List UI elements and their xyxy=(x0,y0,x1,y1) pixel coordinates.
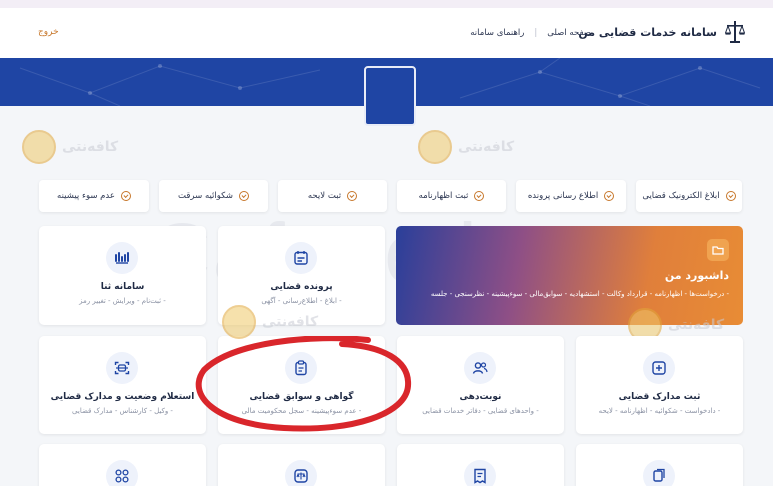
quick-link[interactable]: ثبت اظهارنامه xyxy=(397,180,506,212)
clipboard-icon xyxy=(285,352,317,384)
service-card-register[interactable]: ثبت مدارک قضایی - دادخواست - شکوائیه - ا… xyxy=(576,336,743,434)
sana-logo-icon xyxy=(106,242,138,274)
card-subtitle: - وکیل - کارشناس - مدارک قضایی xyxy=(72,407,173,415)
grid-apps-icon xyxy=(106,460,138,486)
watermark-badge-icon xyxy=(222,305,256,339)
user-avatar[interactable] xyxy=(364,66,416,126)
card-subtitle: - ابلاغ - اطلاع‌رسانی - آگهی xyxy=(261,297,342,305)
quick-link[interactable]: ابلاغ الکترونیک قضایی xyxy=(636,180,742,212)
card-title: پرونده قضایی xyxy=(270,282,333,292)
justice-scales-icon xyxy=(285,460,317,486)
watermark-text: کافه‌نتی xyxy=(62,139,119,155)
quick-link[interactable]: عدم سوء پیشینه xyxy=(39,180,149,212)
service-card-sana[interactable]: سامانه ثنا - ثبت‌نام - ویرایش - تغییر رم… xyxy=(39,226,206,325)
main-nav: صفحه اصلی | راهنمای سامانه xyxy=(470,28,591,38)
card-subtitle: - عدم سوءپیشینه - سجل محکومیت مالی xyxy=(241,407,362,415)
dashboard-subtitle: - درخواست‌ها - اظهارنامه - قرارداد وکالت… xyxy=(430,290,729,298)
site-title: سامانه خدمات قضایی من xyxy=(578,26,717,39)
nav-guide-link[interactable]: راهنمای سامانه xyxy=(470,28,524,38)
check-circle-icon xyxy=(347,191,358,201)
nav-home-link[interactable]: صفحه اصلی xyxy=(547,28,591,38)
watermark-logo: کافه‌نتی xyxy=(418,130,514,164)
site-header: سامانه خدمات قضایی من صفحه اصلی | راهنما… xyxy=(0,8,773,58)
service-card[interactable] xyxy=(576,444,743,486)
receipt-icon xyxy=(464,460,496,486)
service-card[interactable] xyxy=(39,444,206,486)
card-title: گواهی و سوابق قضایی xyxy=(249,392,354,402)
check-circle-icon xyxy=(725,191,736,201)
quick-link-label: اطلاع رسانی پرونده xyxy=(527,191,599,201)
logout-link[interactable]: خروج xyxy=(38,27,59,37)
watermark-logo: کافه‌نتی xyxy=(222,305,318,339)
watermark-text: کافه‌نتی xyxy=(262,314,319,330)
card-title: سامانه ثنا xyxy=(100,282,145,292)
dashboard-title: داشبورد من xyxy=(664,269,729,282)
service-card[interactable] xyxy=(218,444,385,486)
quick-link[interactable]: ثبت لایحه xyxy=(278,180,387,212)
calendar-icon xyxy=(285,242,317,274)
folder-icon xyxy=(707,239,729,261)
watermark-logo: کافه‌نتی xyxy=(22,130,118,164)
check-circle-icon xyxy=(120,191,131,201)
service-card-turn[interactable]: نوبت‌دهی - واحدهای قضایی - دفاتر خدمات ق… xyxy=(397,336,564,434)
quick-link-label: شکوائیه سرقت xyxy=(178,191,233,201)
watermark-badge-icon xyxy=(418,130,452,164)
card-subtitle: - ثبت‌نام - ویرایش - تغییر رمز xyxy=(79,297,166,305)
check-circle-icon xyxy=(604,191,615,201)
watermark-text: کافه‌نتی xyxy=(668,317,725,333)
quick-link[interactable]: اطلاع رسانی پرونده xyxy=(516,180,626,212)
service-card[interactable] xyxy=(397,444,564,486)
check-circle-icon xyxy=(474,191,485,201)
check-circle-icon xyxy=(239,191,249,201)
watermark-badge-icon xyxy=(22,130,56,164)
add-document-icon xyxy=(643,352,675,384)
service-card-certificate[interactable]: گواهی و سوابق قضایی - عدم سوءپیشینه - سج… xyxy=(218,336,385,434)
card-title: استعلام وضعیت و مدارک قضایی xyxy=(50,392,195,402)
quick-link-label: ابلاغ الکترونیک قضایی xyxy=(642,191,720,201)
service-card-inquiry[interactable]: استعلام وضعیت و مدارک قضایی - وکیل - کار… xyxy=(39,336,206,434)
card-title: ثبت مدارک قضایی xyxy=(618,392,701,402)
card-subtitle: - دادخواست - شکوائیه - اظهارنامه - لایحه xyxy=(598,407,721,415)
quick-link-label: ثبت اظهارنامه xyxy=(418,191,469,201)
top-strip xyxy=(0,0,773,8)
scan-icon xyxy=(106,352,138,384)
scales-icon xyxy=(725,21,745,43)
quick-link[interactable]: شکوائیه سرقت xyxy=(159,180,268,212)
card-subtitle: - واحدهای قضایی - دفاتر خدمات قضایی xyxy=(422,407,539,415)
users-icon xyxy=(464,352,496,384)
quick-link-label: عدم سوء پیشینه xyxy=(57,191,115,201)
documents-icon xyxy=(643,460,675,486)
watermark-text: کافه‌نتی xyxy=(458,139,515,155)
card-title: نوبت‌دهی xyxy=(459,392,502,402)
quick-link-label: ثبت لایحه xyxy=(307,191,342,201)
nav-divider: | xyxy=(534,28,538,38)
